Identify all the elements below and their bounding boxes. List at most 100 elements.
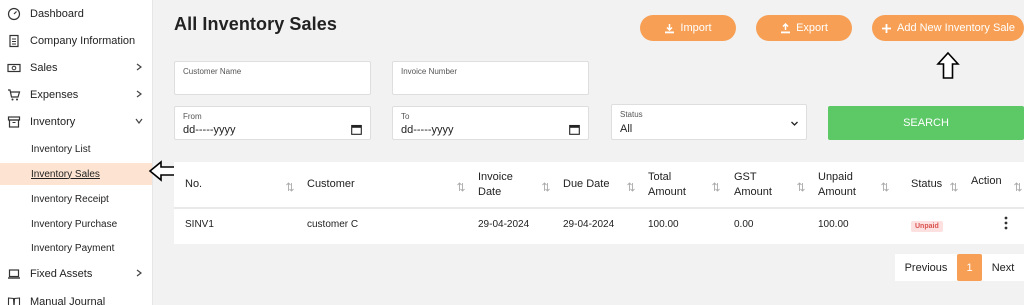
- from-label: From: [183, 112, 202, 121]
- status-badge: Unpaid: [911, 221, 943, 232]
- chevron-down-icon: [791, 121, 798, 126]
- export-button[interactable]: Export: [756, 15, 852, 41]
- pagination-page-1[interactable]: 1: [957, 254, 982, 281]
- column-header-label: Due Date: [563, 178, 610, 190]
- pagination-previous[interactable]: Previous: [895, 254, 957, 281]
- sidebar-item-label: Manual Journal: [30, 296, 106, 305]
- calendar-icon[interactable]: [351, 124, 362, 135]
- sidebar-subitem-inventory-purchase[interactable]: Inventory Purchase: [0, 213, 152, 235]
- document-icon: [7, 34, 21, 48]
- chevron-down-icon: [135, 118, 143, 124]
- sort-icon[interactable]: [712, 182, 720, 192]
- dashboard-icon: [7, 7, 21, 21]
- column-header-label: Status: [911, 178, 943, 190]
- page-title: All Inventory Sales: [174, 14, 337, 34]
- inventory-icon: [7, 115, 21, 129]
- invoice-number-field[interactable]: Invoice Number: [392, 61, 589, 95]
- sidebar-subitem-label: Inventory Receipt: [31, 193, 109, 205]
- plus-icon: [881, 23, 892, 34]
- sidebar-item-label: Company Information: [30, 35, 136, 47]
- cell-invoice-date: 29-04-2024: [478, 219, 530, 230]
- cell-unpaid-amount: 100.00: [818, 219, 849, 230]
- sidebar-item-label: Inventory: [30, 116, 76, 128]
- import-button[interactable]: Import: [640, 15, 736, 41]
- customer-name-label: Customer Name: [183, 67, 242, 76]
- sort-icon[interactable]: [286, 182, 294, 192]
- to-label: To: [401, 112, 410, 121]
- upload-icon: [780, 22, 791, 34]
- cell-customer: customer C: [307, 219, 359, 230]
- status-selected-value: All: [620, 123, 633, 135]
- calendar-icon[interactable]: [569, 124, 580, 135]
- column-header-label: No.: [185, 178, 203, 190]
- sidebar-subitem-label: Inventory Payment: [31, 242, 115, 254]
- table-header-divider: [174, 207, 1024, 209]
- money-icon: [7, 61, 21, 75]
- sort-icon[interactable]: [457, 182, 465, 192]
- column-header-label: Unpaid: [818, 170, 853, 183]
- inventory-sales-table: No. Customer Invoice Date Due Date Total…: [174, 162, 1024, 244]
- sort-icon[interactable]: [542, 182, 550, 192]
- sidebar-subitem-label: Inventory List: [31, 143, 91, 155]
- annotation-arrow-up-icon: [936, 51, 960, 79]
- column-header-invoice-date[interactable]: Invoice Date: [478, 162, 513, 207]
- cell-gst-amount: 0.00: [734, 219, 754, 230]
- column-header-due-date[interactable]: Due Date: [563, 162, 609, 207]
- sidebar-subitem-inventory-sales[interactable]: Inventory Sales: [0, 163, 152, 185]
- sidebar-item-label: Fixed Assets: [30, 268, 93, 280]
- sidebar-subitem-inventory-list[interactable]: Inventory List: [0, 138, 152, 160]
- sort-icon[interactable]: [1014, 182, 1022, 192]
- sidebar: Dashboard Company Information Sales Expe…: [0, 0, 153, 305]
- column-header-status[interactable]: Status: [911, 162, 942, 207]
- export-button-label: Export: [796, 22, 828, 34]
- sidebar-item-fixed-assets[interactable]: Fixed Assets: [0, 261, 152, 287]
- add-new-inventory-sale-button[interactable]: Add New Inventory Sale: [872, 15, 1024, 41]
- book-icon: [7, 295, 21, 305]
- download-icon: [664, 23, 675, 34]
- customer-name-field[interactable]: Customer Name: [174, 61, 371, 95]
- sort-icon[interactable]: [950, 182, 958, 192]
- sidebar-item-label: Dashboard: [30, 8, 84, 20]
- column-header-label: Customer: [307, 178, 355, 190]
- column-header-label: Amount: [818, 185, 856, 198]
- sidebar-item-dashboard[interactable]: Dashboard: [0, 1, 152, 27]
- search-button[interactable]: SEARCH: [828, 106, 1024, 140]
- to-date-field[interactable]: To dd-----yyyy: [392, 106, 589, 140]
- sidebar-item-expenses[interactable]: Expenses: [0, 82, 152, 108]
- column-header-action: Action: [971, 159, 1002, 204]
- sidebar-subitem-inventory-payment[interactable]: Inventory Payment: [0, 237, 152, 259]
- column-header-customer[interactable]: Customer: [307, 162, 355, 207]
- cell-due-date: 29-04-2024: [563, 219, 615, 230]
- sidebar-item-label: Expenses: [30, 89, 79, 101]
- chevron-right-icon: [136, 269, 142, 277]
- column-header-label: Action: [971, 175, 1002, 187]
- sidebar-item-inventory[interactable]: Inventory: [0, 109, 152, 135]
- sidebar-item-company-information[interactable]: Company Information: [0, 28, 152, 54]
- column-header-label: Invoice: [478, 170, 513, 183]
- sort-icon[interactable]: [881, 182, 889, 192]
- sidebar-subitem-inventory-receipt[interactable]: Inventory Receipt: [0, 188, 152, 210]
- sidebar-subitem-label: Inventory Purchase: [31, 218, 118, 230]
- cell-no: SINV1: [185, 219, 214, 230]
- sidebar-subitem-label: Inventory Sales: [31, 168, 100, 180]
- pagination-next[interactable]: Next: [982, 254, 1024, 281]
- chevron-right-icon: [136, 90, 142, 98]
- column-header-label: Amount: [734, 185, 772, 198]
- column-header-unpaid-amount[interactable]: Unpaid Amount: [818, 162, 856, 207]
- import-button-label: Import: [680, 22, 712, 34]
- sort-icon[interactable]: [797, 182, 805, 192]
- from-date-field[interactable]: From dd-----yyyy: [174, 106, 371, 140]
- column-header-total-amount[interactable]: Total Amount: [648, 162, 686, 207]
- status-select[interactable]: Status All: [611, 104, 807, 140]
- sidebar-item-manual-journal[interactable]: Manual Journal: [0, 289, 152, 305]
- more-options-icon[interactable]: [1003, 216, 1009, 230]
- cart-icon: [7, 88, 21, 102]
- to-date-value: dd-----yyyy: [401, 124, 454, 136]
- column-header-no[interactable]: No.: [185, 162, 202, 207]
- sidebar-item-sales[interactable]: Sales: [0, 55, 152, 81]
- invoice-number-label: Invoice Number: [401, 67, 458, 76]
- add-new-inventory-sale-label: Add New Inventory Sale: [896, 22, 1015, 34]
- sort-icon[interactable]: [627, 182, 635, 192]
- column-header-gst-amount[interactable]: GST Amount: [734, 162, 772, 207]
- column-header-label: Total: [648, 170, 672, 183]
